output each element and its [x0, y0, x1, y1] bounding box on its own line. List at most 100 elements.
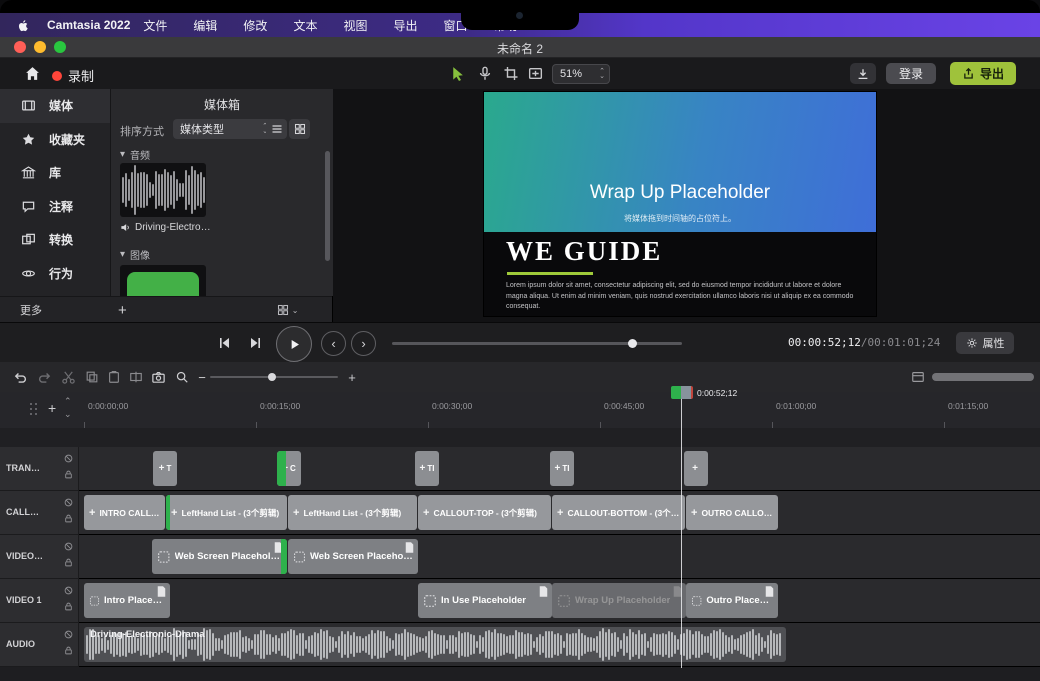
video-clip-selected[interactable]: Web Screen Placeholder — [152, 539, 287, 574]
list-view-button[interactable] — [266, 119, 287, 139]
transition-clip[interactable]: + TI — [415, 451, 439, 486]
sidebar-item-transitions[interactable]: 转换 — [0, 223, 110, 257]
track-header-video1[interactable]: VIDEO 1 — [0, 579, 79, 623]
playhead-in-handle[interactable] — [671, 386, 681, 399]
scrubber-slider[interactable] — [392, 342, 682, 345]
expand-tracks-icon[interactable]: ⌄ — [64, 409, 72, 420]
screenshot-camera-button[interactable] — [150, 369, 166, 385]
callout-clip[interactable]: + CALLOUT-TOP - (3个剪辑) — [418, 495, 551, 530]
apple-menu-icon[interactable] — [16, 18, 30, 33]
transition-clip[interactable]: + — [684, 451, 708, 486]
zoom-in-button[interactable]: + — [344, 369, 360, 385]
timeline-zoom-thumb[interactable] — [268, 373, 276, 381]
download-updates-button[interactable] — [850, 63, 876, 84]
callout-clip[interactable]: + LeftHand List - (3个剪辑) — [288, 495, 417, 530]
menubar-app-name[interactable]: Camtasia 2022 — [47, 18, 130, 32]
menu-view[interactable]: 视图 — [343, 17, 367, 34]
jump-forward-button[interactable]: › — [351, 331, 376, 356]
sidebar-item-behaviors[interactable]: 行为 — [0, 257, 110, 291]
callout-clip[interactable]: + OUTRO CALLOUT — [686, 495, 778, 530]
selection-handle[interactable] — [281, 539, 287, 574]
scrubber-thumb[interactable] — [628, 339, 637, 348]
disable-track-icon[interactable] — [64, 542, 73, 551]
media-bin-scrollbar[interactable] — [325, 151, 330, 261]
undo-button[interactable] — [12, 369, 28, 385]
callout-clip[interactable]: + CALLOUT-BOTTOM - (3个剪辑) — [552, 495, 685, 530]
export-button[interactable]: 导出 — [950, 62, 1016, 85]
callout-clip[interactable]: + INTRO CALLOUT — [84, 495, 165, 530]
video-clip[interactable]: Web Screen Placeholder — [288, 539, 418, 574]
video-clip[interactable]: Intro Placeholder — [84, 583, 170, 618]
images-section-header[interactable]: ▾ 图像 — [120, 247, 150, 262]
redo-button[interactable] — [36, 369, 52, 385]
menu-file[interactable]: 文件 — [143, 17, 167, 34]
add-media-button[interactable]: + — [118, 302, 127, 319]
grid-view-button[interactable] — [289, 119, 310, 139]
copy-button[interactable] — [84, 369, 100, 385]
fit-canvas-icon[interactable] — [527, 65, 544, 82]
video-clip[interactable]: Outro Placeholder — [686, 583, 778, 618]
selection-handle[interactable] — [166, 495, 170, 530]
next-frame-button[interactable] — [248, 335, 264, 351]
transition-clip[interactable]: + T — [153, 451, 177, 486]
menu-text[interactable]: 文本 — [293, 17, 317, 34]
timeline-scrollbar[interactable] — [932, 373, 1034, 381]
lock-track-icon[interactable] — [64, 470, 73, 479]
sort-by-dropdown[interactable]: 媒体类型 ⌃⌄ — [173, 119, 272, 139]
playhead-line[interactable] — [681, 392, 682, 668]
track-drag-grip[interactable] — [30, 403, 32, 405]
zoom-magnifier-icon[interactable] — [174, 369, 190, 385]
menu-modify[interactable]: 修改 — [243, 17, 267, 34]
record-button[interactable]: 录制 — [52, 66, 94, 85]
lock-track-icon[interactable] — [64, 514, 73, 523]
sidebar-item-favorites[interactable]: 收藏夹 — [0, 123, 110, 157]
home-icon[interactable] — [24, 65, 41, 82]
play-button[interactable] — [276, 326, 312, 362]
audio-section-header[interactable]: ▾ 音频 — [120, 147, 150, 162]
canvas-zoom-select[interactable]: 51% ⌃⌄ — [552, 64, 610, 84]
disable-track-icon[interactable] — [64, 586, 73, 595]
transition-clip[interactable]: + C — [277, 451, 301, 486]
audio-media-item[interactable]: Driving-Electronic-Drama — [120, 222, 230, 233]
crop-tool-icon[interactable] — [503, 65, 519, 82]
paste-button[interactable] — [106, 369, 122, 385]
lock-track-icon[interactable] — [64, 602, 73, 611]
split-button[interactable] — [128, 369, 144, 385]
cut-button[interactable] — [60, 369, 76, 385]
menu-export[interactable]: 导出 — [393, 17, 417, 34]
disable-track-icon[interactable] — [64, 630, 73, 639]
timeline-ruler[interactable]: 0:00:00;00 0:00:15;00 0:00:30;00 0:00:45… — [80, 392, 1040, 429]
thumbnail-size-button[interactable]: ⌄ — [277, 304, 299, 316]
sidebar-item-annotations[interactable]: 注释 — [0, 190, 110, 224]
callout-clip[interactable]: + LeftHand List - (3个剪辑) — [166, 495, 287, 530]
login-button[interactable]: 登录 — [886, 63, 936, 84]
playhead-out-handle[interactable] — [681, 386, 693, 399]
zoom-out-button[interactable]: − — [194, 369, 210, 385]
edit-cursor-tool-icon[interactable] — [449, 65, 466, 82]
timeline-zoom-slider[interactable] — [210, 376, 338, 378]
more-tools-button[interactable]: 更多 — [20, 302, 42, 318]
track-header-audio[interactable]: AUDIO — [0, 623, 79, 667]
disable-track-icon[interactable] — [64, 498, 73, 507]
fit-timeline-icon[interactable] — [910, 369, 926, 385]
audio-media-thumbnail[interactable] — [120, 163, 206, 217]
disable-track-icon[interactable] — [64, 454, 73, 463]
track-header-video2[interactable]: VIDEO… — [0, 535, 79, 579]
sidebar-item-media[interactable]: 媒体 — [0, 89, 110, 123]
menu-edit[interactable]: 编辑 — [193, 17, 217, 34]
image-media-thumbnail[interactable] — [120, 265, 206, 296]
transition-clip[interactable]: + TI — [550, 451, 574, 486]
lock-track-icon[interactable] — [64, 558, 73, 567]
video-clip[interactable]: In Use Placeholder — [418, 583, 552, 618]
voice-tool-icon[interactable] — [477, 65, 493, 82]
sidebar-item-library[interactable]: 库 — [0, 156, 110, 190]
video-clip-dimmed[interactable]: Wrap Up Placeholder — [552, 583, 686, 618]
jump-back-button[interactable]: ‹ — [321, 331, 346, 356]
properties-button[interactable]: 属性 — [956, 332, 1014, 354]
previous-frame-button[interactable] — [216, 335, 232, 351]
collapse-tracks-icon[interactable]: ⌃ — [64, 396, 72, 407]
lock-track-icon[interactable] — [64, 646, 73, 655]
track-header-callouts[interactable]: CALL… — [0, 491, 79, 535]
video-preview[interactable]: Wrap Up Placeholder 将媒体拖到时间轴的占位符上。 WE GU… — [484, 92, 876, 316]
add-track-button[interactable]: + — [48, 400, 56, 416]
